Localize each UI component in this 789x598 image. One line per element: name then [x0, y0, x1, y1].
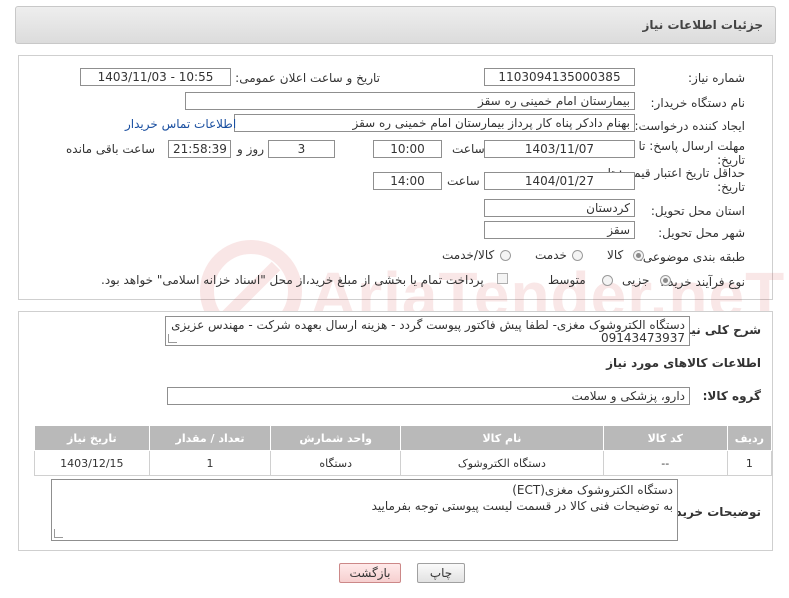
resize-handle-icon[interactable]	[168, 334, 177, 343]
table-row: 1403/12/15 1 دستگاه دستگاه الکتروشوک -- …	[34, 450, 773, 476]
remaining-time-field: 21:58:39	[168, 140, 231, 158]
announce-date-label: تاریخ و ساعت اعلان عمومی:	[235, 71, 380, 85]
category-option-service: خدمت	[535, 248, 567, 262]
city-label: شهر محل تحویل:	[658, 226, 745, 240]
buyer-org-field: بیمارستان امام خمینی ره سقز	[185, 92, 635, 110]
page-title: جزئیات اطلاعات نیاز	[642, 18, 763, 32]
cell-unit: دستگاه	[270, 450, 402, 476]
need-number-field: 1103094135000385	[484, 68, 635, 86]
process-type-label: نوع فرآیند خرید :	[660, 275, 745, 289]
process-radio-minor[interactable]	[660, 275, 671, 286]
process-radio-medium[interactable]	[602, 275, 613, 286]
goods-info-title: اطلاعات کالاهای مورد نیاز	[606, 356, 761, 370]
validity-time-label: ساعت	[447, 174, 480, 188]
creator-label: ایجاد کننده درخواست:	[634, 119, 745, 133]
category-label: طبقه بندی موضوعی:	[638, 250, 745, 264]
back-button[interactable]: بازگشت	[339, 563, 401, 583]
col-unit: واحد شمارش	[270, 425, 402, 451]
category-radio-both[interactable]	[500, 250, 511, 261]
buyer-notes-line-2: به توضیحات فنی کالا در قسمت لیست پیوستی …	[371, 499, 673, 513]
need-number-label: شماره نیاز:	[688, 71, 745, 85]
print-button[interactable]: چاپ	[417, 563, 465, 583]
buyer-notes-textarea: دستگاه الکتروشوک مغزی(ECT) به توضیحات فن…	[51, 479, 678, 541]
category-option-both: کالا/خدمت	[442, 248, 495, 262]
buyer-notes-line-1: دستگاه الکتروشوک مغزی(ECT)	[512, 483, 673, 497]
days-remaining-field: 3	[268, 140, 335, 158]
goods-group-field: دارو، پزشکی و سلامت	[167, 387, 690, 405]
treasury-payment-checkbox[interactable]	[497, 273, 508, 284]
col-goods-code: کد کالا	[602, 425, 728, 451]
validity-time-field: 14:00	[373, 172, 442, 190]
province-field: کردستان	[484, 199, 635, 217]
summary-textarea: دستگاه الکتروشوک مغزی- لطفا پیش فاکتور پ…	[165, 316, 690, 346]
goods-group-label: گروه کالا:	[702, 389, 761, 403]
resize-handle-icon[interactable]	[54, 529, 63, 538]
page-header: جزئیات اطلاعات نیاز	[15, 6, 776, 44]
deadline-date-field: 1403/11/07	[484, 140, 635, 158]
buyer-contact-link[interactable]: اطلاعات تماس خریدار	[125, 117, 236, 131]
announce-date-field: 1403/11/03 - 10:55	[80, 68, 231, 86]
days-label: روز و	[237, 142, 264, 156]
col-goods-name: نام کالا	[400, 425, 604, 451]
cell-quantity: 1	[148, 450, 272, 476]
col-quantity: تعداد / مقدار	[148, 425, 272, 451]
treasury-payment-note: پرداخت تمام یا بخشی از مبلغ خرید،از محل …	[101, 273, 484, 287]
cell-goods-code: --	[602, 450, 728, 476]
cell-goods-name: دستگاه الکتروشوک	[400, 450, 604, 476]
province-label: استان محل تحویل:	[650, 204, 745, 218]
goods-table: تاریخ نیاز تعداد / مقدار واحد شمارش نام …	[34, 425, 773, 476]
deadline-label: مهلت ارسال پاسخ: تا	[638, 139, 745, 153]
cell-need-date: 1403/12/15	[34, 450, 150, 476]
category-radio-goods[interactable]	[633, 250, 644, 261]
creator-field: بهنام دادکر پناه کار پرداز بیمارستان اما…	[234, 114, 635, 132]
validity-date-field: 1404/01/27	[484, 172, 635, 190]
deadline-time-field: 10:00	[373, 140, 442, 158]
buyer-org-label: نام دستگاه خریدار:	[650, 96, 746, 110]
goods-table-header: تاریخ نیاز تعداد / مقدار واحد شمارش نام …	[34, 425, 773, 451]
col-need-date: تاریخ نیاز	[34, 425, 150, 451]
summary-text: دستگاه الکتروشوک مغزی- لطفا پیش فاکتور پ…	[171, 318, 685, 345]
city-field: سقز	[484, 221, 635, 239]
col-row: ردیف	[726, 425, 773, 451]
deadline-label-2: تاریخ:	[717, 153, 745, 167]
category-radio-service[interactable]	[572, 250, 583, 261]
remaining-time-label: ساعت باقی مانده	[66, 142, 156, 156]
price-validity-label-2: تاریخ:	[717, 180, 745, 194]
deadline-time-label: ساعت	[452, 142, 485, 156]
process-option-minor: جزیی	[622, 273, 650, 287]
process-option-medium: متوسط	[548, 273, 586, 287]
cell-row: 1	[726, 450, 773, 476]
category-option-goods: کالا	[607, 248, 624, 262]
